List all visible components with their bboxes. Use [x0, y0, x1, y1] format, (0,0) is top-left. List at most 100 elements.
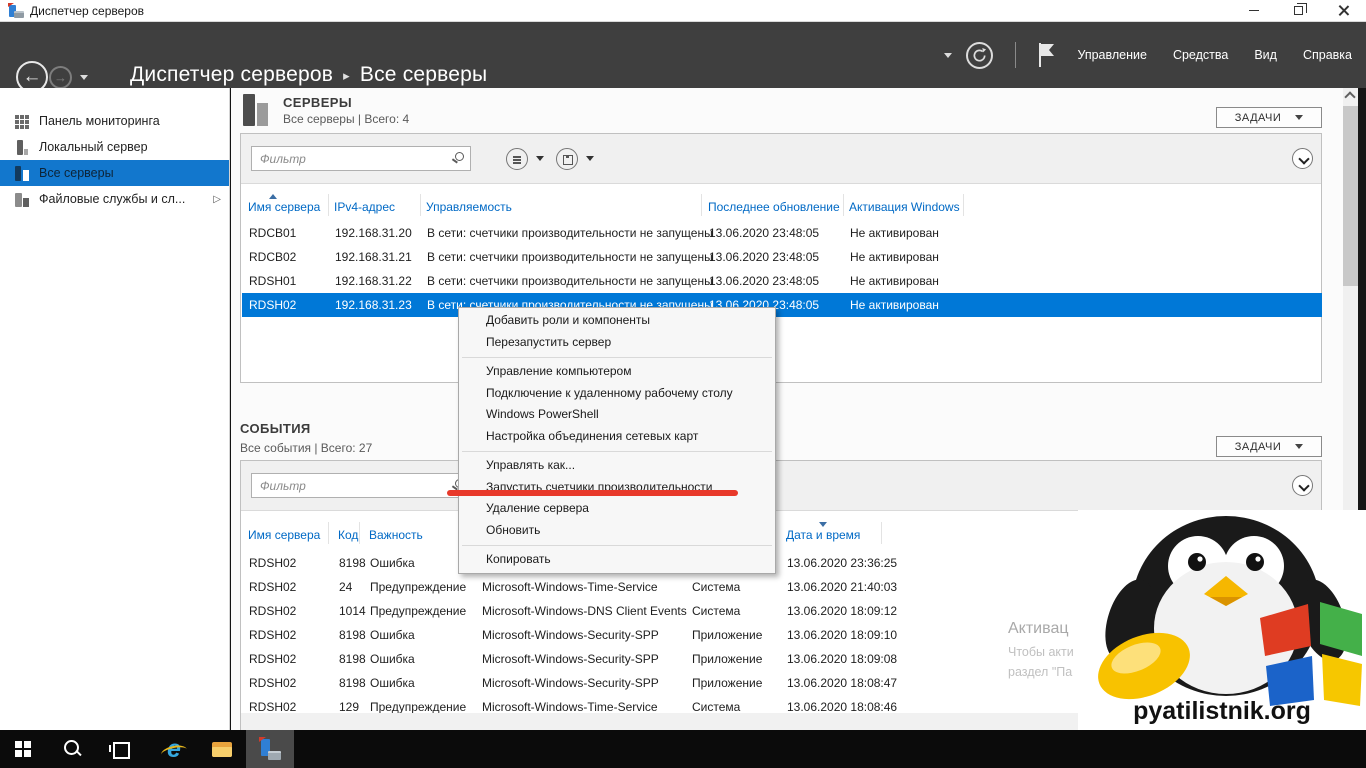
column-header[interactable]: Активация Windows	[849, 200, 960, 214]
cell-event-code: 24	[339, 575, 352, 599]
sidebar: Панель мониторинга Локальный сервер Все …	[0, 88, 230, 730]
taskbar-button[interactable]	[0, 730, 48, 768]
column-header[interactable]: Важность	[369, 528, 423, 542]
server-row[interactable]: RDSH01 192.168.31.22 В сети: счетчики пр…	[242, 269, 1322, 293]
chevron-down-icon[interactable]	[586, 156, 594, 161]
local-server-icon	[15, 140, 30, 155]
context-menu-item[interactable]: Настройка объединения сетевых карт	[459, 426, 775, 448]
events-section-title: СОБЫТИЯ	[240, 421, 311, 436]
cell-activation: Не активирован	[850, 221, 939, 245]
close-icon	[1338, 5, 1349, 16]
collapse-panel-icon[interactable]	[1292, 475, 1313, 496]
start-icon	[13, 738, 35, 760]
flyout-arrow-icon[interactable]: ▷	[213, 194, 221, 205]
column-header[interactable]: Имя сервера	[248, 200, 320, 214]
minimize-button[interactable]	[1231, 0, 1276, 21]
chevron-down-icon[interactable]	[944, 53, 952, 58]
taskbar-button[interactable]	[246, 730, 294, 768]
sidebar-item[interactable]: Панель мониторинга	[0, 108, 229, 134]
servers-table-body: RDCB01 192.168.31.20 В сети: счетчики пр…	[242, 221, 1322, 317]
cell-activation: Не активирован	[850, 269, 939, 293]
save-query-icon[interactable]	[556, 148, 578, 170]
sidebar-item[interactable]: Файловые службы и сл... ▷	[0, 186, 229, 212]
breadcrumb: Диспетчер серверов ▸ Все серверы	[130, 63, 487, 87]
context-menu-item[interactable]: Обновить	[459, 520, 775, 542]
window-title: Диспетчер серверов	[30, 4, 144, 18]
cell-ip: 192.168.31.22	[335, 269, 412, 293]
chevron-down-icon[interactable]	[536, 156, 544, 161]
column-header[interactable]: Имя сервера	[248, 528, 320, 542]
column-header[interactable]: Управляемость	[426, 200, 512, 214]
servers-tasks-button[interactable]: ЗАДАЧИ	[1216, 107, 1322, 128]
menu-item[interactable]: Справка	[1303, 48, 1352, 62]
dashboard-icon	[15, 114, 30, 129]
cell-source: Microsoft-Windows-Security-SPP	[482, 647, 659, 671]
maximize-button[interactable]	[1276, 0, 1321, 21]
cell-datetime: 13.06.2020 23:36:25	[787, 551, 897, 575]
context-menu-item[interactable]: Управление компьютером	[459, 361, 775, 383]
context-menu-item[interactable]	[459, 447, 775, 455]
events-tasks-button[interactable]: ЗАДАЧИ	[1216, 436, 1322, 457]
cell-manageability: В сети: счетчики производительности не з…	[427, 245, 713, 269]
server-row[interactable]: RDCB01 192.168.31.20 В сети: счетчики пр…	[242, 221, 1322, 245]
forward-button[interactable]: →	[49, 66, 72, 89]
column-header[interactable]: IPv4-адрес	[334, 200, 395, 214]
sidebar-item[interactable]: Все серверы	[0, 160, 229, 186]
sidebar-item[interactable]: Локальный сервер	[0, 134, 229, 160]
close-button[interactable]	[1321, 0, 1366, 21]
scroll-up-icon[interactable]	[1344, 91, 1355, 102]
menu-item[interactable]: Управление	[1077, 48, 1147, 62]
context-menu-item[interactable]: Управлять как...	[459, 455, 775, 477]
column-header[interactable]: Дата и время	[786, 528, 860, 542]
server-row[interactable]: RDSH02 192.168.31.23 В сети: счетчики пр…	[242, 293, 1322, 317]
events-filter-input[interactable]	[251, 473, 471, 498]
servers-section-subtitle: Все серверы | Всего: 4	[283, 112, 409, 126]
cell-log: Приложение	[692, 671, 762, 695]
horizontal-scroll-area[interactable]	[241, 713, 1078, 730]
server-row[interactable]: RDCB02 192.168.31.21 В сети: счетчики пр…	[242, 245, 1322, 269]
servers-panel: Имя сервера IPv4-адрес Управляемость Послед…	[240, 133, 1322, 383]
menu-item[interactable]: Средства	[1173, 48, 1228, 62]
breadcrumb-root[interactable]: Диспетчер серверов	[130, 63, 333, 87]
taskbar-button[interactable]	[96, 730, 144, 768]
context-menu-item[interactable]: Копировать	[459, 549, 775, 571]
refresh-button[interactable]	[966, 42, 993, 69]
cell-activation: Не активирован	[850, 293, 939, 317]
all-servers-icon	[15, 166, 30, 181]
column-header[interactable]: Последнее обновление	[708, 200, 840, 214]
context-menu-item[interactable]: Windows PowerShell	[459, 404, 775, 426]
taskbar-button[interactable]	[48, 730, 96, 768]
cell-event-code: 1014	[339, 599, 366, 623]
taskbar-button[interactable]: e	[150, 730, 198, 768]
cell-server-name: RDSH02	[249, 575, 296, 599]
cell-severity: Ошибка	[370, 671, 415, 695]
query-list-icon[interactable]	[506, 148, 528, 170]
server-manager-app-icon	[8, 3, 24, 18]
context-menu-item[interactable]	[459, 541, 775, 549]
context-menu-item[interactable]: Удаление сервера	[459, 498, 775, 520]
notifications-flag-icon[interactable]	[1038, 42, 1055, 68]
cell-last-update: 13.06.2020 23:48:05	[709, 221, 819, 245]
ie-icon: e	[163, 738, 185, 760]
context-menu-item[interactable]	[459, 353, 775, 361]
menu-item[interactable]: Вид	[1254, 48, 1277, 62]
servers-filter-input[interactable]	[251, 146, 471, 171]
site-watermark-text: pyatilistnik.org	[1078, 697, 1366, 726]
history-dropdown-icon[interactable]	[80, 75, 88, 80]
context-menu-item[interactable]: Перезапустить сервер	[459, 332, 775, 354]
taskbar: e	[0, 730, 1366, 768]
events-toolbar	[241, 461, 1321, 511]
context-menu-item[interactable]: Подключение к удаленному рабочему столу	[459, 383, 775, 405]
cell-source: Microsoft-Windows-Security-SPP	[482, 623, 659, 647]
column-header[interactable]: Код	[338, 528, 358, 542]
minimize-icon	[1249, 10, 1259, 11]
cell-log: Приложение	[692, 623, 762, 647]
collapse-panel-icon[interactable]	[1292, 148, 1313, 169]
site-watermark: pyatilistnik.org	[1078, 510, 1366, 730]
taskbar-button[interactable]	[198, 730, 246, 768]
sort-asc-icon	[269, 194, 277, 199]
servers-section-icon	[243, 94, 271, 128]
context-menu-item[interactable]: Добавить роли и компоненты	[459, 310, 775, 332]
cell-datetime: 13.06.2020 18:09:08	[787, 647, 897, 671]
scrollbar-thumb[interactable]	[1343, 106, 1358, 286]
